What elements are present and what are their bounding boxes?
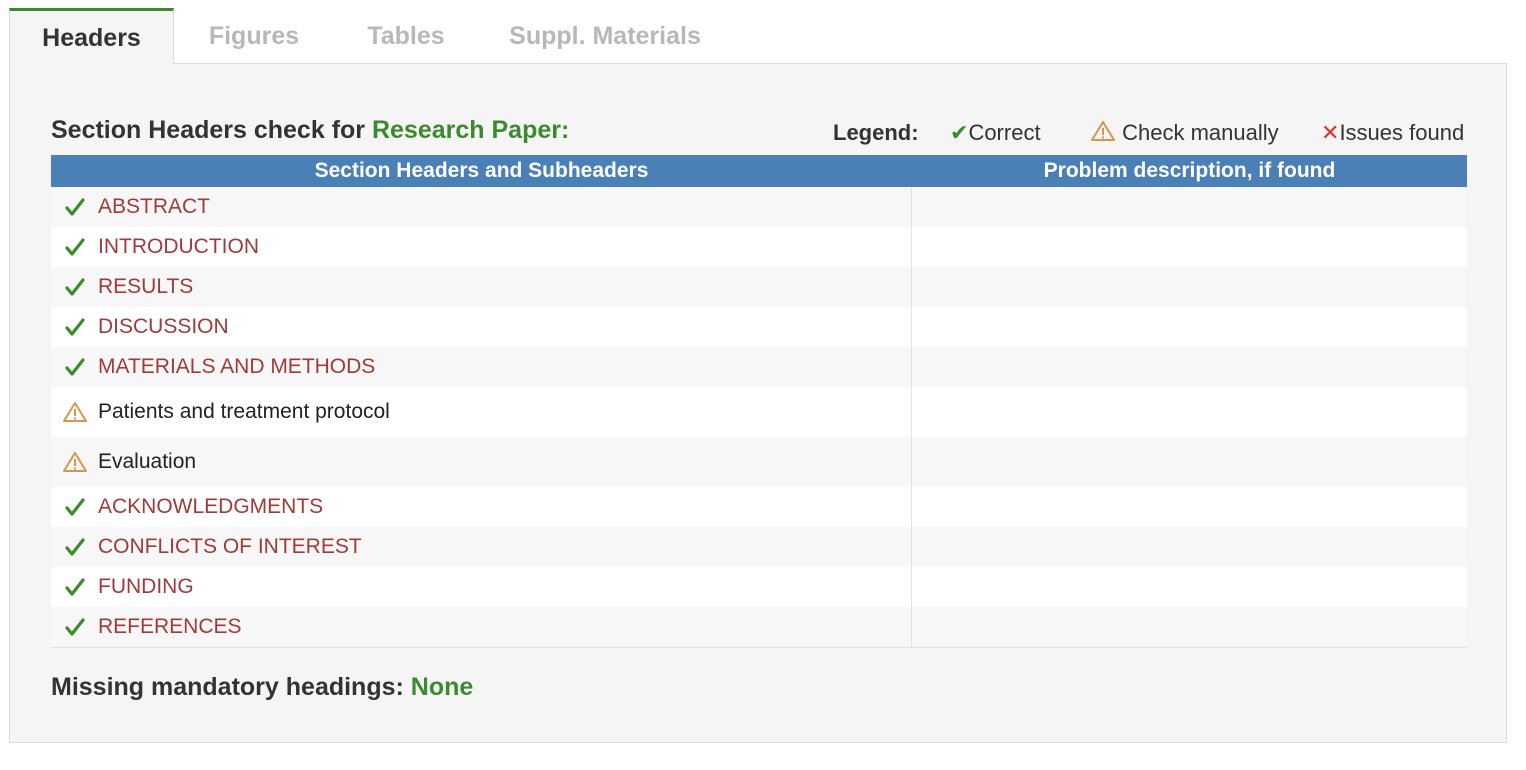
header-cell: FUNDING bbox=[51, 567, 912, 607]
tab-tables[interactable]: Tables bbox=[334, 8, 478, 64]
headers-panel: Section Headers check for Research Paper… bbox=[9, 63, 1507, 743]
check-icon bbox=[51, 617, 98, 637]
header-name: MATERIALS AND METHODS bbox=[98, 355, 376, 378]
header-cell: ABSTRACT bbox=[51, 187, 912, 227]
problem-cell bbox=[912, 267, 1467, 307]
table-row: FUNDING bbox=[51, 567, 1467, 607]
check-icon bbox=[51, 237, 98, 257]
header-cell: INTRODUCTION bbox=[51, 227, 912, 267]
check-icon bbox=[51, 577, 98, 597]
tab-suppl-materials[interactable]: Suppl. Materials bbox=[478, 8, 732, 64]
problem-cell bbox=[912, 487, 1467, 527]
legend-label: Legend: bbox=[833, 120, 919, 145]
table-row: CONFLICTS OF INTEREST bbox=[51, 527, 1467, 567]
header-name: ACKNOWLEDGMENTS bbox=[98, 495, 324, 518]
check-icon bbox=[51, 197, 98, 217]
header-cell: CONFLICTS OF INTEREST bbox=[51, 527, 912, 567]
header-name: DISCUSSION bbox=[98, 315, 229, 338]
header-cell: ACKNOWLEDGMENTS bbox=[51, 487, 912, 527]
table-row: Evaluation bbox=[51, 437, 1467, 487]
missing-headings-label: Missing mandatory headings: bbox=[51, 673, 404, 701]
table-row: REFERENCES bbox=[51, 607, 1467, 647]
header-name: INTRODUCTION bbox=[98, 235, 259, 258]
section-title-prefix: Section Headers check for bbox=[51, 116, 366, 144]
section-title: Section Headers check for Research Paper… bbox=[51, 116, 569, 145]
warning-icon bbox=[51, 451, 98, 473]
column-header-sections: Section Headers and Subheaders bbox=[314, 159, 649, 182]
check-icon bbox=[51, 277, 98, 297]
problem-cell bbox=[912, 307, 1467, 347]
tab-headers[interactable]: Headers bbox=[9, 8, 174, 64]
legend-check-manually-label: Check manually bbox=[1122, 120, 1279, 145]
problem-cell bbox=[912, 527, 1467, 567]
problem-cell bbox=[912, 567, 1467, 607]
header-cell: MATERIALS AND METHODS bbox=[51, 347, 912, 387]
header-cell: DISCUSSION bbox=[51, 307, 912, 347]
problem-cell bbox=[912, 387, 1467, 437]
warning-icon bbox=[1090, 120, 1122, 145]
header-cell: REFERENCES bbox=[51, 607, 912, 647]
header-cell: Evaluation bbox=[51, 437, 912, 487]
table-row: RESULTS bbox=[51, 267, 1467, 307]
header-name: CONFLICTS OF INTEREST bbox=[98, 535, 362, 558]
check-icon bbox=[51, 357, 98, 377]
table-row: Patients and treatment protocol bbox=[51, 387, 1467, 437]
missing-headings-value: None bbox=[410, 673, 474, 701]
tab-bar: Headers Figures Tables Suppl. Materials bbox=[9, 8, 732, 64]
header-name: ABSTRACT bbox=[98, 195, 211, 218]
header-cell: RESULTS bbox=[51, 267, 912, 307]
legend-check-manually: Check manually bbox=[1090, 120, 1279, 150]
header-name: Patients and treatment protocol bbox=[98, 400, 390, 423]
check-icon bbox=[51, 497, 98, 517]
header-name: RESULTS bbox=[98, 275, 194, 298]
check-icon bbox=[51, 317, 98, 337]
problem-cell bbox=[912, 607, 1467, 647]
legend-issues-found: ✕Issues found bbox=[1321, 120, 1464, 150]
legend-issues-found-label: Issues found bbox=[1339, 120, 1465, 145]
check-icon: ✔ bbox=[950, 120, 969, 145]
table-row: MATERIALS AND METHODS bbox=[51, 347, 1467, 387]
table-body: ABSTRACT INTRODUCTION RESULTS DISCUSSION MAT… bbox=[51, 187, 1467, 647]
header-name: REFERENCES bbox=[98, 615, 242, 638]
warning-icon bbox=[51, 401, 98, 423]
headers-table: Section Headers and Subheaders Problem d… bbox=[51, 155, 1467, 648]
tab-figures[interactable]: Figures bbox=[174, 8, 334, 64]
table-row: ABSTRACT bbox=[51, 187, 1467, 227]
problem-cell bbox=[912, 227, 1467, 267]
table-row: DISCUSSION bbox=[51, 307, 1467, 347]
problem-cell bbox=[912, 437, 1467, 487]
header-name: FUNDING bbox=[98, 575, 194, 598]
table-header: Section Headers and Subheaders Problem d… bbox=[51, 155, 1467, 187]
table-row: INTRODUCTION bbox=[51, 227, 1467, 267]
column-header-problems: Problem description, if found bbox=[1043, 159, 1336, 182]
header-cell: Patients and treatment protocol bbox=[51, 387, 912, 437]
table-row: ACKNOWLEDGMENTS bbox=[51, 487, 1467, 527]
paper-type: Research Paper: bbox=[371, 116, 570, 144]
legend-correct-label: Correct bbox=[968, 120, 1041, 145]
problem-cell bbox=[912, 347, 1467, 387]
missing-headings: Missing mandatory headings: None bbox=[51, 673, 473, 702]
x-icon: ✕ bbox=[1321, 120, 1340, 145]
header-name: Evaluation bbox=[98, 450, 197, 473]
problem-cell bbox=[912, 187, 1467, 227]
check-icon bbox=[51, 537, 98, 557]
legend-correct: ✔Correct bbox=[950, 120, 1041, 150]
